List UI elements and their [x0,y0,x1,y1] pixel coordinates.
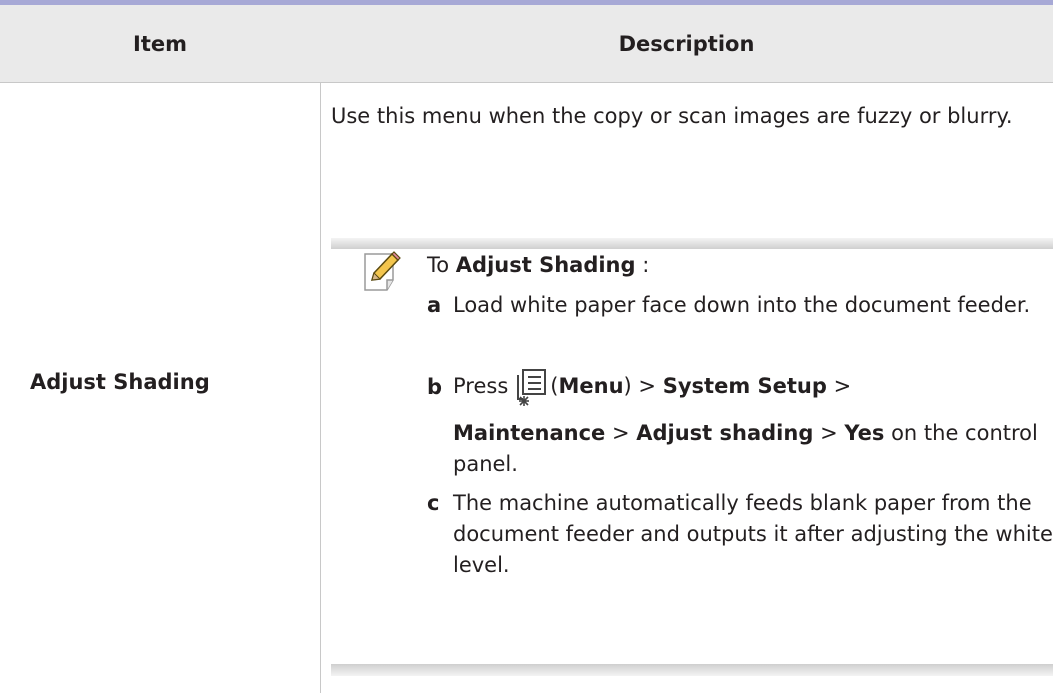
step-letter: a [427,293,442,317]
note-title-bold: Adjust Shading [455,253,636,277]
step-b-yes: Yes [844,421,885,445]
row-item-label: Adjust Shading [30,370,210,394]
menu-icon [514,367,548,407]
column-divider [320,83,321,693]
note-box: To Adjust Shading : a Load white paper f… [331,238,1053,676]
step-b-press: Press [453,374,509,398]
step-b-sep-3: > [611,421,630,445]
step-b-adjust-shading: Adjust shading [636,421,814,445]
step-letter: c [427,491,440,515]
note-top-bar [331,238,1053,249]
note-bottom-bar [331,664,1053,676]
note-pencil-icon [359,250,405,294]
step-text: The machine automatically feeds blank pa… [453,491,1053,577]
header-item: Item [133,31,187,56]
header-description: Description [618,31,755,56]
step-b-maintenance: Maintenance [453,421,606,445]
step-letter: b [427,375,443,399]
step-text: Load white paper face down into the docu… [453,293,1031,317]
step-b-sep-1: > [638,374,657,398]
step-text: Maintenance > Adjust shading > Yes on th… [453,418,1053,480]
step-b-menu: Menu [558,374,624,398]
row-description: Use this menu when the copy or scan imag… [331,104,1013,128]
step-b-system-setup: System Setup [662,374,827,398]
note-title-prefix: To [427,253,456,277]
note-title-suffix: : [635,253,650,277]
step-b-sep-4: > [820,421,838,445]
table-header-row: Item Description [0,5,1053,82]
step-b-paren-close: ) [623,374,632,398]
header-divider [0,82,1053,83]
note-title: To Adjust Shading : [427,250,649,280]
step-b-sep-2: > [833,374,852,398]
step-text: Press (Menu) > System Setup > [453,366,1053,407]
